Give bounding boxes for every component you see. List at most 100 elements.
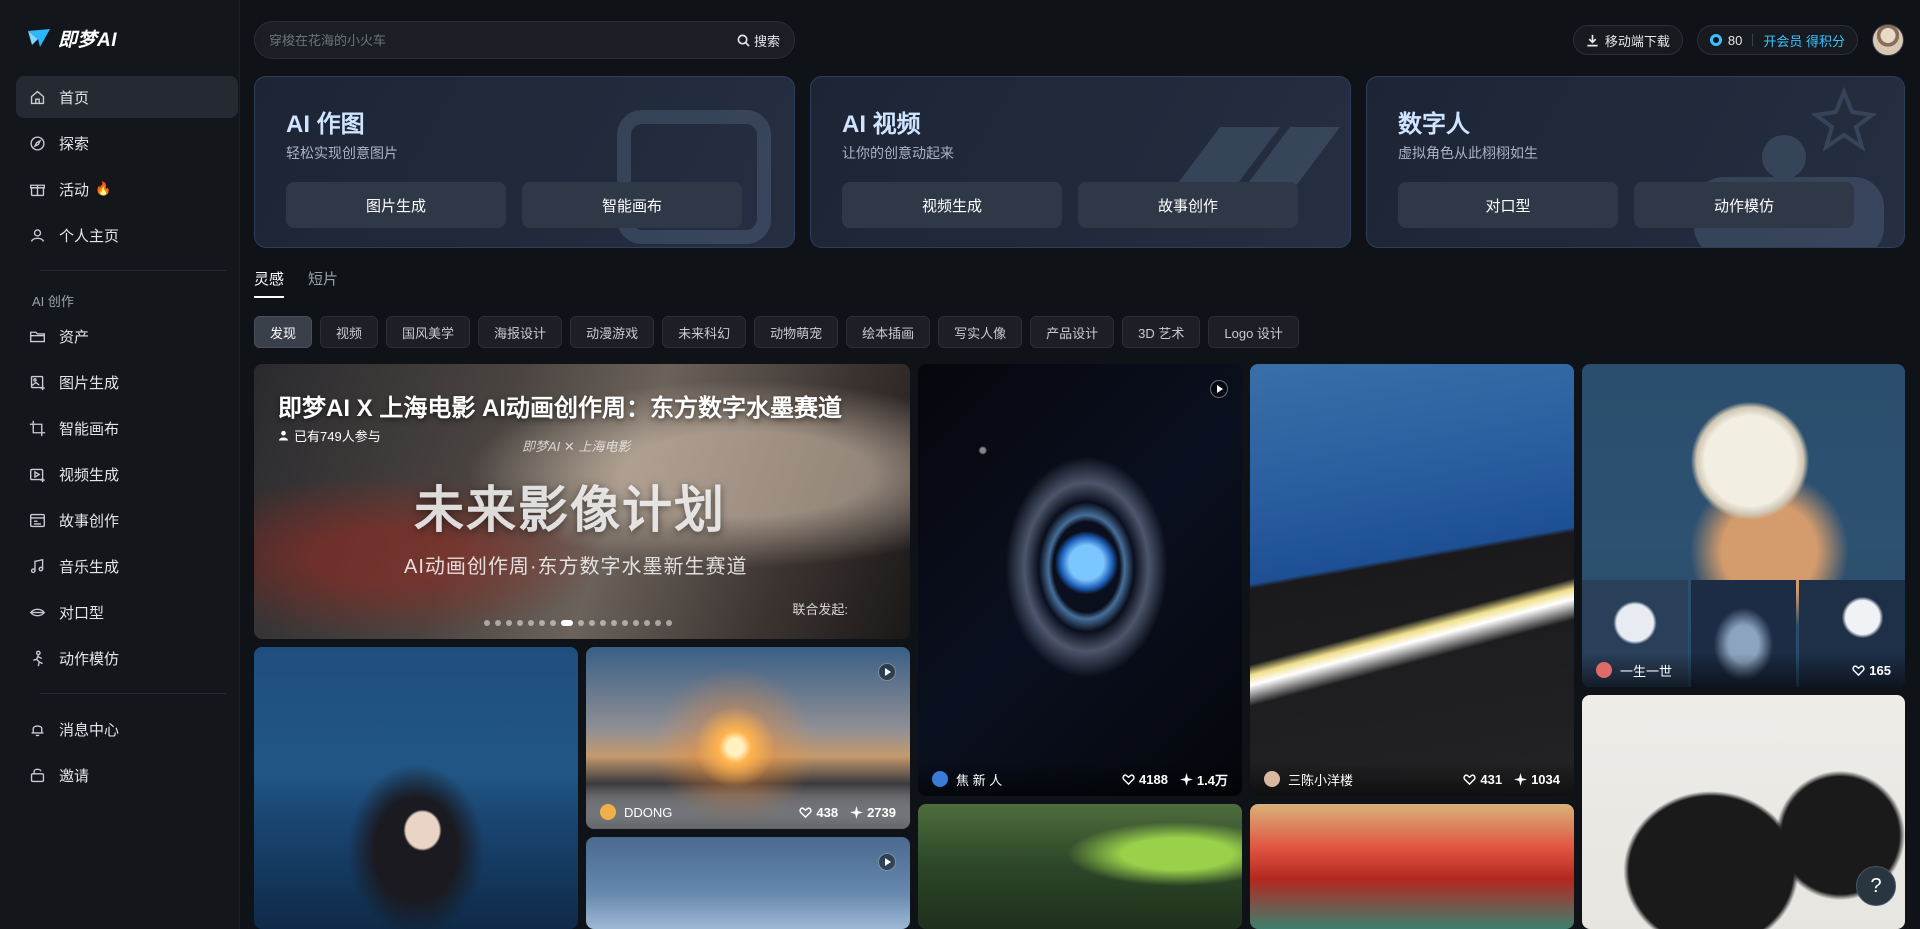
carousel-dot[interactable]: [589, 620, 595, 626]
gallery-card-galaxy[interactable]: 焦 新 人 4188 1.4万: [918, 364, 1242, 796]
sidebar-item-music[interactable]: 音乐生成: [16, 545, 238, 587]
download-icon: [1587, 34, 1598, 46]
folder-icon: [28, 327, 46, 345]
carousel-dot[interactable]: [600, 620, 606, 626]
carousel-dots[interactable]: [484, 620, 672, 626]
sidebar-item-assets[interactable]: 资产: [16, 315, 238, 357]
banner-participants: 已有749人参与: [278, 426, 381, 445]
event-banner[interactable]: 即梦AI X 上海电影 AI动画创作周：东方数字水墨赛道 已有749人参与 即梦…: [254, 364, 910, 639]
author-name[interactable]: DDONG: [624, 805, 787, 820]
carousel-dot[interactable]: [528, 620, 534, 626]
sidebar-item-motion[interactable]: 动作模仿: [16, 637, 238, 679]
sparkle-icon: [1179, 772, 1193, 786]
gallery-card-sunset[interactable]: DDONG 438 2739: [586, 647, 910, 829]
sidebar-item-image-gen[interactable]: 图片生成: [16, 361, 238, 403]
author-name[interactable]: 焦 新 人: [956, 770, 1110, 789]
sidebar-item-label: 探索: [59, 135, 90, 153]
chip-anime[interactable]: 动漫游戏: [570, 316, 655, 348]
sidebar-item-home[interactable]: 首页: [16, 76, 238, 118]
feature-card-digital-human[interactable]: 数字人 虚拟角色从此栩栩如生 对口型 动作模仿: [1366, 76, 1905, 248]
help-button[interactable]: ?: [1856, 866, 1896, 906]
card-meta: 一生一世 165: [1582, 653, 1905, 687]
card-meta: DDONG 438 2739: [586, 795, 910, 829]
carousel-dot[interactable]: [644, 620, 650, 626]
chip-illustration[interactable]: 绘本插画: [846, 316, 931, 348]
music-icon: [28, 557, 46, 575]
chip-pets[interactable]: 动物萌宠: [754, 316, 839, 348]
sidebar-item-video-gen[interactable]: 视频生成: [16, 453, 238, 495]
remix-stat[interactable]: 1.4万: [1179, 770, 1228, 789]
sidebar-item-profile[interactable]: 个人主页: [16, 214, 238, 256]
avatar[interactable]: [1872, 24, 1904, 56]
image-gen-button[interactable]: 图片生成: [286, 182, 506, 228]
story-create-button[interactable]: 故事创作: [1078, 182, 1298, 228]
sidebar-item-label: 视频生成: [59, 466, 120, 484]
feature-card-ai-image[interactable]: AI 作图 轻松实现创意图片 图片生成 智能画布: [254, 76, 795, 248]
gallery-card-mountain[interactable]: [1250, 804, 1574, 929]
smart-canvas-button[interactable]: 智能画布: [522, 182, 742, 228]
carousel-dot[interactable]: [495, 620, 501, 626]
carousel-dot[interactable]: [578, 620, 584, 626]
motion-mimic-button[interactable]: 动作模仿: [1634, 182, 1854, 228]
sidebar-item-messages[interactable]: 消息中心: [16, 708, 238, 750]
video-gen-button[interactable]: 视频生成: [842, 182, 1062, 228]
carousel-dot[interactable]: [561, 620, 573, 626]
sidebar-item-events[interactable]: 活动 🔥: [16, 168, 238, 210]
author-name[interactable]: 三陈小洋楼: [1288, 770, 1451, 789]
gallery-card-forest[interactable]: [918, 804, 1242, 929]
carousel-dot[interactable]: [539, 620, 545, 626]
credits-pill[interactable]: 80 开会员 得积分: [1696, 25, 1858, 55]
search-button[interactable]: 搜索: [737, 31, 780, 50]
gallery-card-beach[interactable]: 三陈小洋楼 431 1034: [1250, 364, 1574, 796]
like-stat[interactable]: 4188: [1122, 772, 1168, 787]
carousel-dot[interactable]: [611, 620, 617, 626]
chip-3d[interactable]: 3D 艺术: [1122, 316, 1201, 348]
like-stat[interactable]: 431: [1463, 772, 1502, 787]
sidebar-item-invite[interactable]: 邀请: [16, 754, 238, 796]
download-button[interactable]: 移动端下载: [1572, 25, 1683, 55]
carousel-dot[interactable]: [622, 620, 628, 626]
carousel-dot[interactable]: [666, 620, 672, 626]
gallery-card-portrait[interactable]: [254, 647, 578, 929]
like-stat[interactable]: 438: [799, 805, 838, 820]
tab-inspiration[interactable]: 灵感: [254, 268, 285, 298]
sidebar-item-lipsync[interactable]: 对口型: [16, 591, 238, 633]
chip-guofeng[interactable]: 国风美学: [386, 316, 471, 348]
remix-stat[interactable]: 1034: [1514, 772, 1560, 787]
vip-link[interactable]: 开会员 得积分: [1763, 31, 1845, 50]
lipsync-button[interactable]: 对口型: [1398, 182, 1618, 228]
chip-poster[interactable]: 海报设计: [478, 316, 563, 348]
gallery-card-blue-scene[interactable]: [586, 837, 910, 929]
remix-stat[interactable]: 2739: [850, 805, 896, 820]
chip-product[interactable]: 产品设计: [1030, 316, 1115, 348]
chip-logo[interactable]: Logo 设计: [1208, 316, 1299, 348]
video-plus-icon: [28, 465, 46, 483]
feature-card-ai-video[interactable]: AI 视频 让你的创意动起来 视频生成 故事创作: [810, 76, 1351, 248]
author-avatar: [1596, 662, 1612, 678]
carousel-dot[interactable]: [633, 620, 639, 626]
gallery-card-moon[interactable]: 一生一世 165: [1582, 364, 1905, 687]
search-input[interactable]: [269, 32, 709, 48]
tab-shorts[interactable]: 短片: [308, 268, 338, 298]
carousel-dot[interactable]: [550, 620, 556, 626]
carousel-dot[interactable]: [506, 620, 512, 626]
sidebar-item-canvas[interactable]: 智能画布: [16, 407, 238, 449]
like-stat[interactable]: 165: [1852, 663, 1891, 678]
sidebar-item-label: 智能画布: [59, 420, 120, 438]
carousel-dot[interactable]: [655, 620, 661, 626]
chip-discover[interactable]: 发现: [254, 316, 313, 348]
chip-video[interactable]: 视频: [320, 316, 379, 348]
author-name[interactable]: 一生一世: [1620, 661, 1840, 680]
sidebar-item-label: 个人主页: [59, 227, 120, 245]
sidebar-item-explore[interactable]: 探索: [16, 122, 238, 164]
chip-scifi[interactable]: 未来科幻: [662, 316, 747, 348]
sidebar-divider: [40, 270, 226, 271]
chip-portrait[interactable]: 写实人像: [938, 316, 1023, 348]
feature-title: AI 视频: [842, 111, 921, 138]
gallery-card-poster[interactable]: [1582, 695, 1905, 929]
carousel-dot[interactable]: [517, 620, 523, 626]
carousel-dot[interactable]: [484, 620, 490, 626]
sidebar-item-story[interactable]: 故事创作: [16, 499, 238, 541]
app-logo[interactable]: 即梦AI: [26, 24, 117, 52]
like-count: 438: [816, 804, 839, 820]
